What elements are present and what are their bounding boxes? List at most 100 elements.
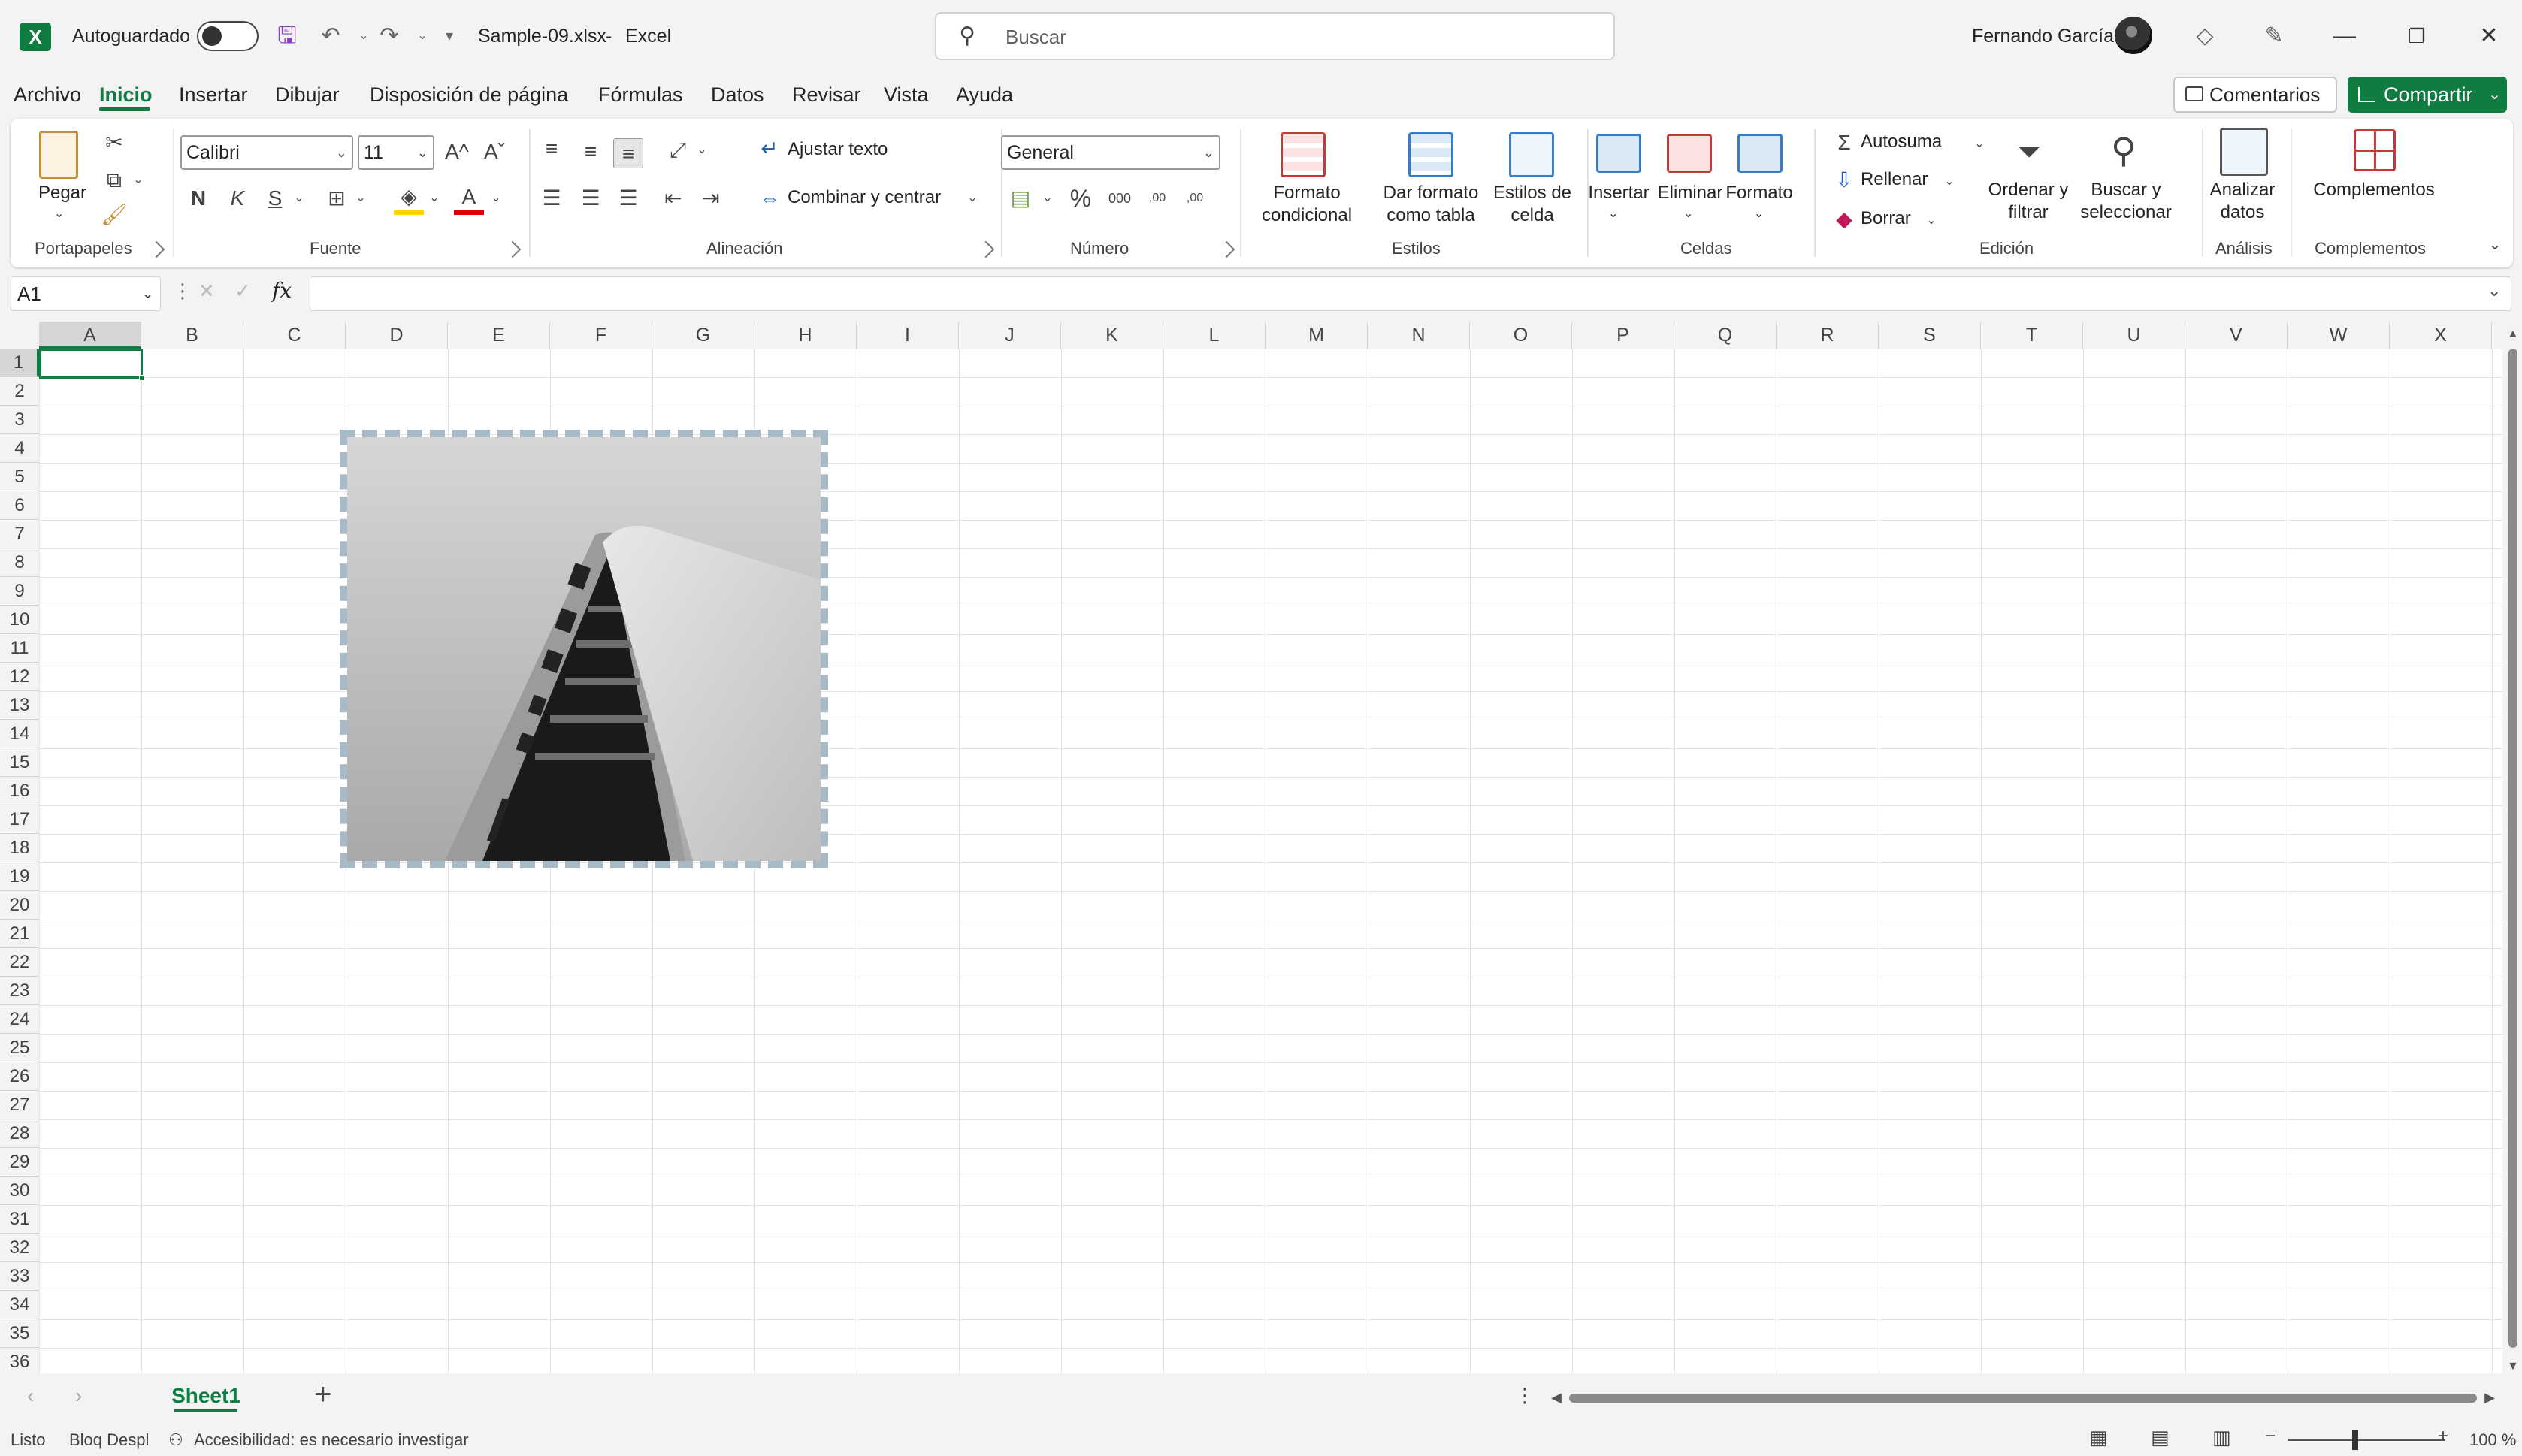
expand-formula-bar-icon[interactable]: ⌄ xyxy=(2487,281,2501,301)
restore-button[interactable]: ❐ xyxy=(2394,18,2439,54)
thousands-button[interactable]: 000 xyxy=(1105,183,1135,213)
column-header[interactable]: V xyxy=(2185,322,2288,349)
save-icon[interactable]: 🖫 xyxy=(271,20,304,53)
grow-font-icon[interactable]: A^ xyxy=(442,137,472,167)
font-launcher-icon[interactable] xyxy=(503,240,522,258)
merge-center-icon[interactable]: ⇔ xyxy=(754,183,785,213)
format-as-table-label-2[interactable]: como tabla xyxy=(1363,204,1498,227)
decrease-indent-icon[interactable]: ⇤ xyxy=(658,183,688,213)
format-as-table-icon[interactable] xyxy=(1408,132,1453,177)
fill-dropdown-icon[interactable]: ⌄ xyxy=(1934,167,1964,197)
page-break-view-icon[interactable]: ▥ xyxy=(2212,1426,2231,1449)
column-header[interactable]: H xyxy=(754,322,857,349)
number-format-select[interactable]: General ⌄ xyxy=(1001,135,1220,170)
pen-icon[interactable]: ✎ xyxy=(2257,20,2291,53)
row-header[interactable]: 18 xyxy=(0,834,39,862)
row-header[interactable]: 11 xyxy=(0,634,39,663)
column-header[interactable]: A xyxy=(39,322,141,349)
increase-indent-icon[interactable]: ⇥ xyxy=(696,183,726,213)
column-header[interactable]: G xyxy=(652,322,754,349)
row-header[interactable]: 24 xyxy=(0,1005,39,1034)
conditional-format-label-2[interactable]: condicional xyxy=(1235,204,1378,227)
column-header[interactable]: F xyxy=(550,322,652,349)
column-header[interactable]: K xyxy=(1061,322,1163,349)
column-header[interactable]: S xyxy=(1879,322,1981,349)
row-header[interactable]: 26 xyxy=(0,1062,39,1091)
row-header[interactable]: 34 xyxy=(0,1291,39,1319)
align-top-icon[interactable]: ≡ xyxy=(537,134,567,164)
delete-dropdown-icon[interactable]: ⌄ xyxy=(1683,203,1693,225)
comments-button[interactable]: Comentarios xyxy=(2173,77,2337,113)
row-header[interactable]: 25 xyxy=(0,1034,39,1062)
row-header[interactable]: 22 xyxy=(0,948,39,977)
wrap-text-button[interactable]: Ajustar texto xyxy=(788,138,888,161)
tab-datos[interactable]: Datos xyxy=(711,81,764,108)
font-size-select[interactable]: 11 ⌄ xyxy=(358,135,434,170)
scroll-right-icon[interactable]: ▶ xyxy=(2484,1390,2495,1406)
delete-cells-label[interactable]: Eliminar xyxy=(1656,182,1724,204)
row-header[interactable]: 30 xyxy=(0,1177,39,1205)
accounting-dropdown-icon[interactable]: ⌄ xyxy=(1033,183,1063,213)
percent-button[interactable]: % xyxy=(1066,183,1096,213)
row-header[interactable]: 23 xyxy=(0,977,39,1005)
zoom-slider[interactable] xyxy=(2288,1439,2445,1441)
close-button[interactable]: ✕ xyxy=(2466,18,2511,54)
borders-dropdown-icon[interactable]: ⌄ xyxy=(346,183,376,213)
align-bottom-icon[interactable]: ≡ xyxy=(613,138,643,168)
number-launcher-icon[interactable] xyxy=(1217,240,1235,258)
zoom-out-icon[interactable]: − xyxy=(2265,1426,2276,1447)
paste-label[interactable]: Pegar xyxy=(36,182,89,204)
underline-dropdown-icon[interactable]: ⌄ xyxy=(284,183,314,213)
column-header[interactable]: I xyxy=(857,322,959,349)
paste-icon[interactable] xyxy=(39,131,78,179)
scroll-left-icon[interactable]: ◀ xyxy=(1551,1390,1562,1406)
scroll-thumb[interactable] xyxy=(1569,1394,2477,1403)
tab-ayuda[interactable]: Ayuda xyxy=(956,81,1013,108)
fill-handle[interactable] xyxy=(139,375,145,381)
insert-cells-icon[interactable] xyxy=(1596,134,1641,173)
formula-input[interactable] xyxy=(310,276,2511,311)
row-header[interactable]: 5 xyxy=(0,463,39,491)
insert-function-icon[interactable]: fx xyxy=(272,278,292,303)
add-sheet-button[interactable]: + xyxy=(314,1378,331,1412)
tab-dibujar[interactable]: Dibujar xyxy=(275,81,340,108)
row-header[interactable]: 20 xyxy=(0,891,39,920)
addins-icon[interactable] xyxy=(2354,129,2396,171)
column-header[interactable]: L xyxy=(1163,322,1266,349)
column-header[interactable]: O xyxy=(1470,322,1572,349)
font-color-icon[interactable]: A xyxy=(454,182,484,215)
row-header[interactable]: 27 xyxy=(0,1091,39,1119)
accessibility-icon[interactable]: ⚇ xyxy=(168,1430,183,1450)
normal-view-icon[interactable]: ▦ xyxy=(2089,1426,2108,1449)
column-header[interactable]: M xyxy=(1266,322,1368,349)
search-box[interactable]: ⚲ Buscar xyxy=(935,12,1615,60)
align-center-icon[interactable]: ☰ xyxy=(576,183,606,213)
row-header[interactable]: 21 xyxy=(0,920,39,948)
insert-cells-label[interactable]: Insertar xyxy=(1581,182,1656,204)
increase-decimal-button[interactable]: ,00 xyxy=(1142,183,1172,213)
column-header[interactable]: R xyxy=(1777,322,1879,349)
tab-inicio[interactable]: Inicio xyxy=(99,81,153,108)
fill-button[interactable]: Rellenar xyxy=(1861,168,1928,191)
analyze-data-label-2[interactable]: datos xyxy=(2205,201,2280,224)
column-header[interactable]: J xyxy=(959,322,1061,349)
clipboard-launcher-icon[interactable] xyxy=(147,240,165,258)
row-header[interactable]: 3 xyxy=(0,406,39,434)
zoom-slider-knob[interactable] xyxy=(2352,1430,2358,1450)
undo-icon[interactable]: ↶ xyxy=(314,20,347,53)
font-color-dropdown-icon[interactable]: ⌄ xyxy=(481,183,511,213)
column-header[interactable]: X xyxy=(2390,322,2492,349)
vertical-scrollbar[interactable]: ▲ ▼ xyxy=(2504,328,2522,1373)
row-header[interactable]: 2 xyxy=(0,377,39,406)
align-left-icon[interactable]: ☰ xyxy=(537,183,567,213)
row-header[interactable]: 33 xyxy=(0,1262,39,1291)
row-header[interactable]: 31 xyxy=(0,1205,39,1234)
name-box[interactable]: A1 ⌄ xyxy=(11,276,161,311)
premium-diamond-icon[interactable]: ◇ xyxy=(2188,20,2221,53)
alignment-launcher-icon[interactable] xyxy=(977,240,995,258)
sheet-tab-sheet1[interactable]: Sheet1 xyxy=(161,1381,251,1412)
row-header[interactable]: 8 xyxy=(0,548,39,577)
column-header[interactable]: T xyxy=(1981,322,2083,349)
zoom-in-icon[interactable]: + xyxy=(2438,1426,2448,1447)
format-cells-icon[interactable] xyxy=(1737,134,1783,173)
